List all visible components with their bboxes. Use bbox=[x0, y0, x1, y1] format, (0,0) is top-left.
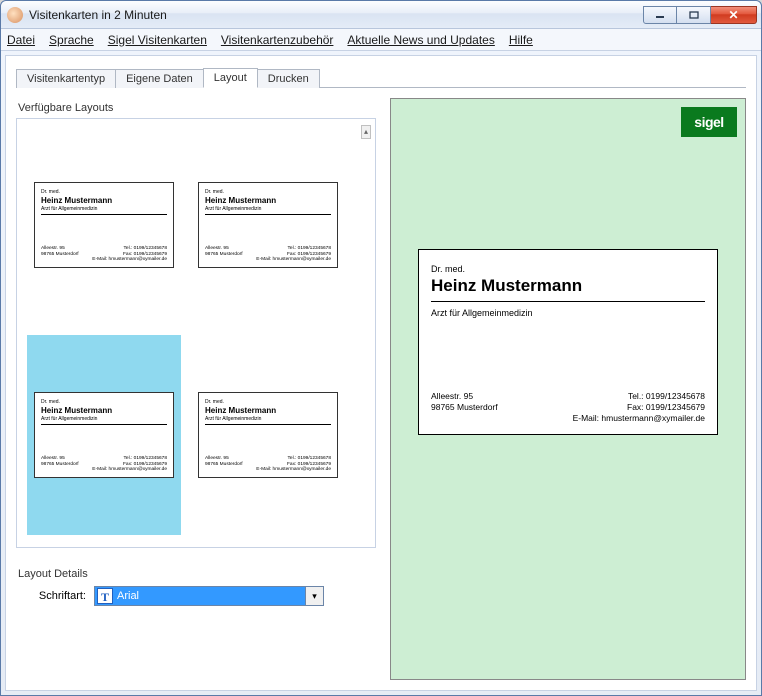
app-window: Visitenkarten in 2 Minuten ✕ Datei Sprac… bbox=[0, 0, 762, 696]
menu-news[interactable]: Aktuelle News und Updates bbox=[347, 33, 494, 47]
mc-prefix: Dr. med. bbox=[41, 189, 167, 195]
card-name: Heinz Mustermann bbox=[431, 276, 705, 296]
layout-details: Layout Details Schriftart: T Arial ▾ bbox=[16, 564, 376, 606]
minimize-icon bbox=[655, 11, 665, 19]
menu-hilfe[interactable]: Hilfe bbox=[509, 33, 533, 47]
layout-thumb: Dr. med. Heinz Mustermann Arzt für Allge… bbox=[198, 392, 338, 478]
maximize-button[interactable] bbox=[677, 6, 711, 24]
scroll-up-icon[interactable]: ▴ bbox=[361, 125, 371, 139]
font-value: Arial bbox=[117, 590, 305, 602]
layout-option-2[interactable]: Dr. med. Heinz Mustermann Arzt für Allge… bbox=[191, 125, 345, 325]
card-divider bbox=[41, 214, 167, 215]
tab-visitenkartentyp[interactable]: Visitenkartentyp bbox=[16, 69, 116, 88]
layout-list[interactable]: ▴ Dr. med. Heinz Mustermann Arzt für All… bbox=[16, 118, 376, 548]
mc-name: Heinz Mustermann bbox=[41, 196, 167, 205]
minimize-button[interactable] bbox=[643, 6, 677, 24]
mc-bottom: Alleestr. 9598765 Musterdorf Tel.: 0199/… bbox=[205, 456, 331, 473]
mc-bottom: Alleestr. 9598765 Musterdorf Tel.: 0199/… bbox=[205, 246, 331, 263]
card-divider bbox=[41, 424, 167, 425]
content-area: Verfügbare Layouts ▴ Dr. med. Heinz Must… bbox=[16, 98, 746, 680]
menu-sigel-visitenkarten[interactable]: Sigel Visitenkarten bbox=[108, 33, 207, 47]
card-address: Alleestr. 95 98765 Musterdorf bbox=[431, 391, 498, 424]
layout-option-3[interactable]: Dr. med. Heinz Mustermann Arzt für Allge… bbox=[27, 335, 181, 535]
maximize-icon bbox=[689, 11, 699, 19]
tab-eigene-daten[interactable]: Eigene Daten bbox=[115, 69, 204, 88]
mc-prefix: Dr. med. bbox=[41, 399, 167, 405]
layout-option-1[interactable]: Dr. med. Heinz Mustermann Arzt für Allge… bbox=[27, 125, 181, 325]
mc-prefix: Dr. med. bbox=[205, 189, 331, 195]
menu-zubehoer[interactable]: Visitenkartenzubehör bbox=[221, 33, 334, 47]
mc-prefix: Dr. med. bbox=[205, 399, 331, 405]
brand-logo: sigel bbox=[681, 107, 737, 137]
menu-sprache[interactable]: Sprache bbox=[49, 33, 94, 47]
details-label: Layout Details bbox=[18, 568, 376, 580]
mc-sub: Arzt für Allgemeinmedizin bbox=[205, 206, 331, 212]
mc-name: Heinz Mustermann bbox=[205, 406, 331, 415]
layout-option-4[interactable]: Dr. med. Heinz Mustermann Arzt für Allge… bbox=[191, 335, 345, 535]
close-button[interactable]: ✕ bbox=[711, 6, 757, 24]
card-divider bbox=[205, 214, 331, 215]
client-area: Visitenkartentyp Eigene Daten Layout Dru… bbox=[5, 55, 757, 691]
mc-bottom: Alleestr. 9598765 Musterdorf Tel.: 0199/… bbox=[41, 456, 167, 473]
mc-sub: Arzt für Allgemeinmedizin bbox=[41, 416, 167, 422]
font-label: Schriftart: bbox=[16, 590, 86, 602]
layout-thumb: Dr. med. Heinz Mustermann Arzt für Allge… bbox=[198, 182, 338, 268]
card-bottom: Alleestr. 95 98765 Musterdorf Tel.: 0199… bbox=[431, 391, 705, 424]
layout-grid: Dr. med. Heinz Mustermann Arzt für Allge… bbox=[27, 125, 355, 535]
font-glyph-icon: T bbox=[97, 588, 113, 604]
mc-bottom: Alleestr. 9598765 Musterdorf Tel.: 0199/… bbox=[41, 246, 167, 263]
window-controls: ✕ bbox=[643, 6, 757, 24]
font-combobox[interactable]: T Arial ▾ bbox=[94, 586, 324, 606]
brand-label: sigel bbox=[694, 114, 723, 130]
chevron-down-icon[interactable]: ▾ bbox=[305, 587, 323, 605]
font-row: Schriftart: T Arial ▾ bbox=[16, 586, 376, 606]
card-divider bbox=[205, 424, 331, 425]
tabstrip: Visitenkartentyp Eigene Daten Layout Dru… bbox=[16, 64, 746, 88]
card-prefix: Dr. med. bbox=[431, 264, 705, 274]
left-pane: Verfügbare Layouts ▴ Dr. med. Heinz Must… bbox=[16, 98, 376, 680]
menu-datei[interactable]: Datei bbox=[7, 33, 35, 47]
layouts-label: Verfügbare Layouts bbox=[18, 102, 376, 114]
layout-thumb: Dr. med. Heinz Mustermann Arzt für Allge… bbox=[34, 182, 174, 268]
mc-sub: Arzt für Allgemeinmedizin bbox=[205, 416, 331, 422]
preview-pane: sigel Dr. med. Heinz Mustermann Arzt für… bbox=[390, 98, 746, 680]
close-icon: ✕ bbox=[728, 8, 738, 22]
layout-thumb: Dr. med. Heinz Mustermann Arzt für Allge… bbox=[34, 392, 174, 478]
titlebar[interactable]: Visitenkarten in 2 Minuten ✕ bbox=[1, 1, 761, 29]
menubar: Datei Sprache Sigel Visitenkarten Visite… bbox=[1, 29, 761, 51]
mc-name: Heinz Mustermann bbox=[41, 406, 167, 415]
app-icon bbox=[7, 7, 23, 23]
card-subtitle: Arzt für Allgemeinmedizin bbox=[431, 308, 705, 318]
window-title: Visitenkarten in 2 Minuten bbox=[29, 8, 643, 22]
mc-name: Heinz Mustermann bbox=[205, 196, 331, 205]
tab-drucken[interactable]: Drucken bbox=[257, 69, 320, 88]
tab-layout[interactable]: Layout bbox=[203, 68, 258, 88]
card-preview: Dr. med. Heinz Mustermann Arzt für Allge… bbox=[418, 249, 718, 435]
card-divider bbox=[431, 301, 705, 302]
card-contact: Tel.: 0199/12345678 Fax: 0199/12345679 E… bbox=[573, 391, 705, 424]
mc-sub: Arzt für Allgemeinmedizin bbox=[41, 206, 167, 212]
